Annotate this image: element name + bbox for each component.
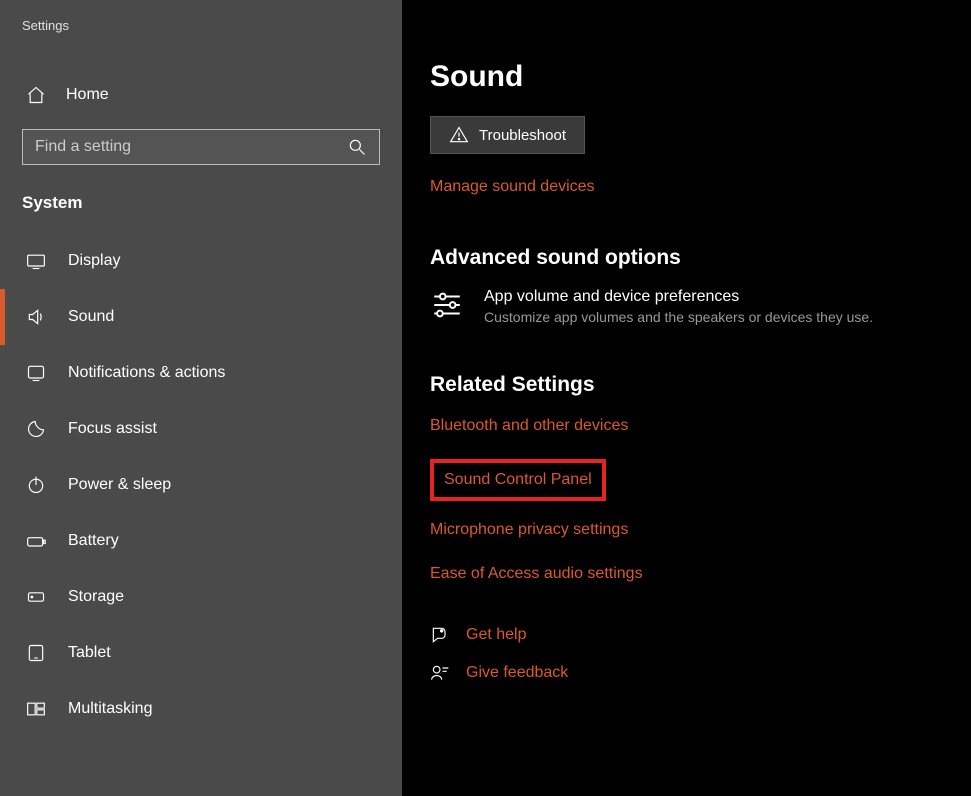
warning-icon xyxy=(449,125,469,145)
sidebar-item-label: Display xyxy=(68,252,120,270)
pref-title: App volume and device preferences xyxy=(484,288,873,306)
footer-links: Get help Give feedback xyxy=(430,625,943,683)
feedback-row[interactable]: Give feedback xyxy=(430,663,943,683)
sidebar-item-label: Power & sleep xyxy=(68,476,171,494)
related-settings-head: Related Settings xyxy=(430,373,943,397)
bluetooth-devices-link[interactable]: Bluetooth and other devices xyxy=(430,415,943,437)
sidebar-item-storage[interactable]: Storage xyxy=(0,569,402,625)
microphone-privacy-link[interactable]: Microphone privacy settings xyxy=(430,519,943,541)
sidebar-item-notifications[interactable]: Notifications & actions xyxy=(0,345,402,401)
home-icon xyxy=(26,85,46,105)
pref-desc: Customize app volumes and the speakers o… xyxy=(484,309,873,325)
sidebar: Settings Home System Display Sound xyxy=(0,0,402,796)
sidebar-item-label: Tablet xyxy=(68,644,111,662)
tablet-icon xyxy=(26,643,46,663)
storage-icon xyxy=(26,587,46,607)
power-icon xyxy=(26,475,46,495)
notifications-icon xyxy=(26,363,46,383)
troubleshoot-button[interactable]: Troubleshoot xyxy=(430,116,585,154)
multitasking-icon xyxy=(26,699,46,719)
app-volume-preferences[interactable]: App volume and device preferences Custom… xyxy=(430,288,943,325)
nav-list: Display Sound Notifications & actions Fo… xyxy=(0,233,402,737)
sound-icon xyxy=(26,307,46,327)
sidebar-item-power[interactable]: Power & sleep xyxy=(0,457,402,513)
battery-icon xyxy=(26,531,46,551)
focus-assist-icon xyxy=(26,419,46,439)
sidebar-item-label: Battery xyxy=(68,532,119,550)
sidebar-item-label: Sound xyxy=(68,308,114,326)
sidebar-item-label: Focus assist xyxy=(68,420,157,438)
search-input[interactable] xyxy=(35,138,347,156)
get-help-link[interactable]: Get help xyxy=(466,626,526,644)
advanced-options-head: Advanced sound options xyxy=(430,246,943,270)
sliders-icon xyxy=(430,288,464,322)
sidebar-item-focus[interactable]: Focus assist xyxy=(0,401,402,457)
search-icon xyxy=(347,137,367,157)
sound-control-panel-link[interactable]: Sound Control Panel xyxy=(444,469,592,491)
sidebar-item-battery[interactable]: Battery xyxy=(0,513,402,569)
category-header: System xyxy=(0,187,402,233)
sidebar-item-display[interactable]: Display xyxy=(0,233,402,289)
sidebar-item-sound[interactable]: Sound xyxy=(0,289,402,345)
give-feedback-link[interactable]: Give feedback xyxy=(466,664,568,682)
content-pane: Sound Troubleshoot Manage sound devices … xyxy=(402,0,971,796)
home-button[interactable]: Home xyxy=(0,73,402,117)
search-wrap xyxy=(22,129,380,165)
pref-text: App volume and device preferences Custom… xyxy=(484,288,873,325)
sidebar-item-label: Multitasking xyxy=(68,700,152,718)
manage-sound-devices-link[interactable]: Manage sound devices xyxy=(430,176,943,198)
ease-of-access-audio-link[interactable]: Ease of Access audio settings xyxy=(430,563,943,585)
highlight-box: Sound Control Panel xyxy=(430,459,606,501)
sidebar-item-tablet[interactable]: Tablet xyxy=(0,625,402,681)
page-title: Sound xyxy=(430,60,943,94)
app-title: Settings xyxy=(0,18,402,33)
search-box[interactable] xyxy=(22,129,380,165)
feedback-icon xyxy=(430,663,450,683)
troubleshoot-label: Troubleshoot xyxy=(479,127,566,144)
display-icon xyxy=(26,251,46,271)
sidebar-item-multitasking[interactable]: Multitasking xyxy=(0,681,402,737)
sidebar-item-label: Storage xyxy=(68,588,124,606)
sidebar-item-label: Notifications & actions xyxy=(68,364,225,382)
home-label: Home xyxy=(66,86,109,104)
get-help-row[interactable]: Get help xyxy=(430,625,943,645)
related-settings-list: Bluetooth and other devices Sound Contro… xyxy=(430,415,943,585)
help-icon xyxy=(430,625,450,645)
